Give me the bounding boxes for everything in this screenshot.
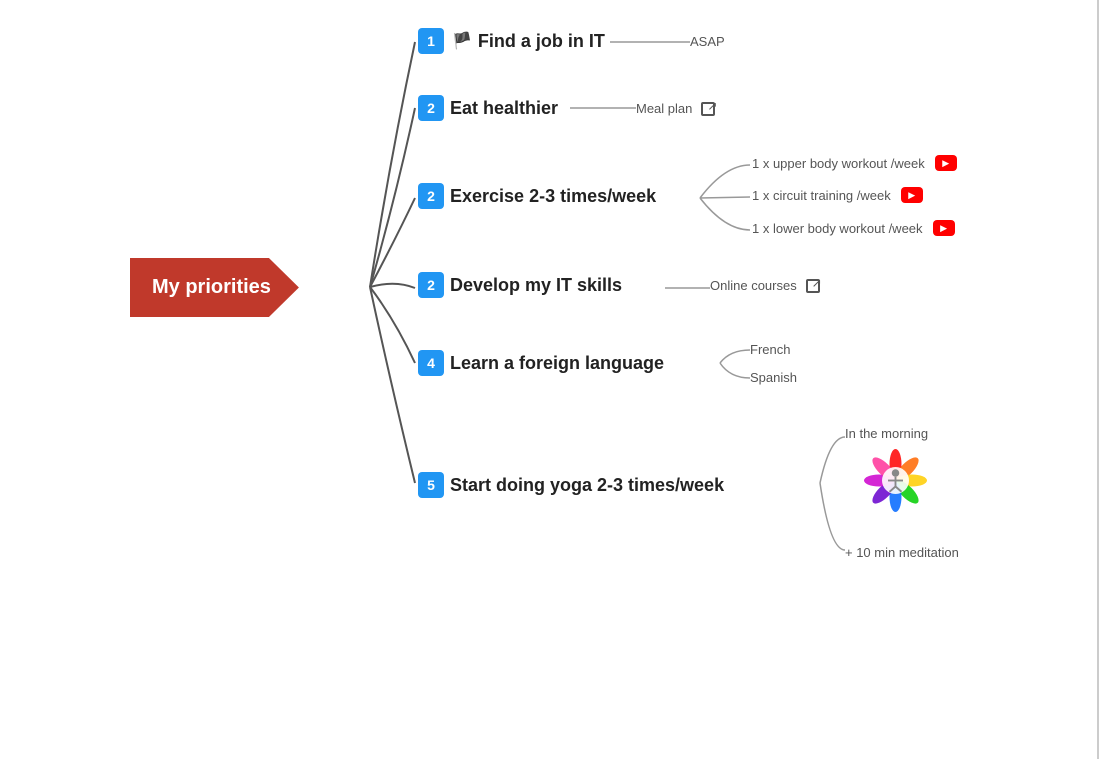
sub-exercise-lower: 1 x lower body workout /week — [752, 220, 955, 236]
branch-find-job: 1 🏴 Find a job in IT — [418, 28, 605, 54]
central-node: My priorities — [130, 258, 299, 317]
sub-language-spanish: Spanish — [750, 370, 797, 385]
sub-label-upper: 1 x upper body workout /week — [752, 156, 925, 171]
branch-label-eat: Eat healthier — [450, 98, 558, 119]
external-link-icon[interactable] — [701, 102, 715, 116]
sub-label-spanish: Spanish — [750, 370, 797, 385]
sub-exercise-upper: 1 x upper body workout /week — [752, 155, 957, 171]
badge-2a: 2 — [418, 95, 444, 121]
sub-label-courses: Online courses — [710, 278, 797, 293]
sub-label-morning: In the morning — [845, 426, 928, 441]
sub-label-lower: 1 x lower body workout /week — [752, 221, 923, 236]
youtube-icon-upper[interactable] — [935, 155, 957, 171]
badge-2b: 2 — [418, 183, 444, 209]
sub-exercise-circuit: 1 x circuit training /week — [752, 187, 923, 203]
sub-yoga-meditation: + 10 min meditation — [845, 545, 959, 560]
sub-label-asap: ASAP — [690, 34, 725, 49]
sub-develop-courses: Online courses — [710, 278, 820, 293]
badge-1: 1 — [418, 28, 444, 54]
branch-label-find-job: Find a job in IT — [478, 31, 605, 52]
sub-yoga-morning: In the morning — [845, 426, 928, 441]
branch-label-language: Learn a foreign language — [450, 353, 664, 374]
sub-eat-meal-plan: Meal plan — [636, 101, 715, 116]
sub-label-meditation: + 10 min meditation — [845, 545, 959, 560]
yoga-icon — [858, 443, 933, 518]
branch-exercise: 2 Exercise 2-3 times/week — [418, 183, 656, 209]
central-label: My priorities — [130, 258, 299, 317]
youtube-icon-lower[interactable] — [933, 220, 955, 236]
mind-map: My priorities 1 🏴 Find a job in IT ASAP … — [0, 0, 1099, 759]
branch-label-exercise: Exercise 2-3 times/week — [450, 186, 656, 207]
youtube-icon-circuit[interactable] — [901, 187, 923, 203]
branch-yoga: 5 Start doing yoga 2-3 times/week — [418, 472, 724, 498]
branch-language: 4 Learn a foreign language — [418, 350, 664, 376]
flag-icon: 🏴 — [452, 31, 472, 51]
sub-language-french: French — [750, 342, 790, 357]
sub-label-circuit: 1 x circuit training /week — [752, 188, 891, 203]
branch-develop-it: 2 Develop my IT skills — [418, 272, 622, 298]
branch-label-yoga: Start doing yoga 2-3 times/week — [450, 475, 724, 496]
sub-label-meal: Meal plan — [636, 101, 692, 116]
branch-label-develop: Develop my IT skills — [450, 275, 622, 296]
external-link-icon-courses[interactable] — [806, 279, 820, 293]
badge-2c: 2 — [418, 272, 444, 298]
sub-label-french: French — [750, 342, 790, 357]
branch-eat-healthier: 2 Eat healthier — [418, 95, 558, 121]
sub-find-job-asap: ASAP — [690, 34, 725, 49]
badge-4: 4 — [418, 350, 444, 376]
badge-5: 5 — [418, 472, 444, 498]
